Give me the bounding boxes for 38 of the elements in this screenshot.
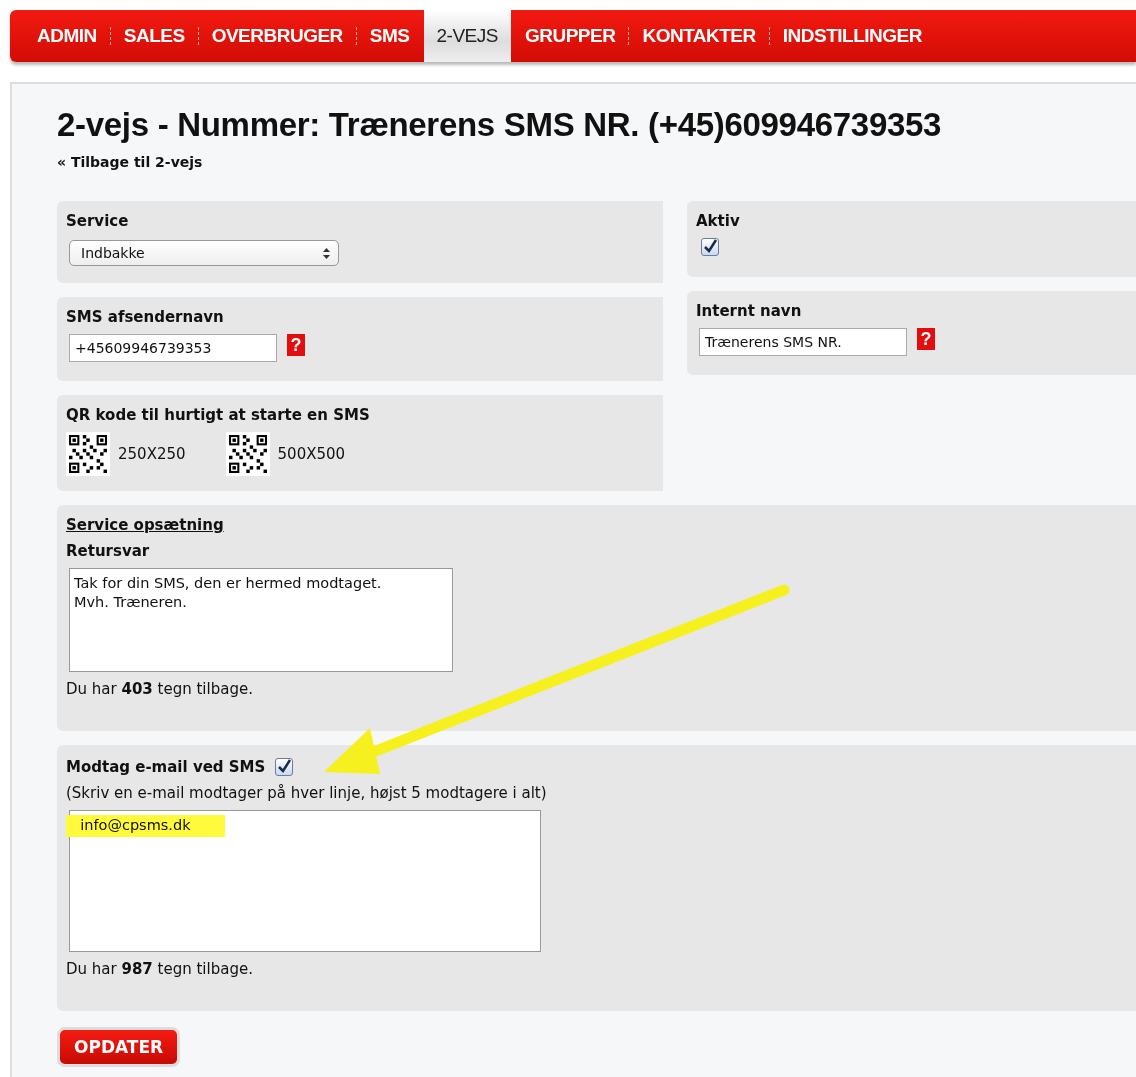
help-icon[interactable]: ? (917, 328, 935, 350)
qr-code-icon[interactable] (225, 432, 270, 476)
nav-tab[interactable]: SALES (110, 10, 198, 62)
email-checkbox[interactable] (275, 758, 294, 776)
nav-tab[interactable]: KONTAKTER (629, 10, 769, 62)
field-label: Service (66, 212, 130, 230)
remaining-chars-text: Du har 403 tegn tilbage. (66, 680, 254, 698)
internal-name-input[interactable]: Trænerens SMS NR. (699, 328, 907, 356)
field-label: Retursvar (66, 542, 151, 560)
checkmark-icon (702, 239, 718, 255)
back-link[interactable]: « Tilbage til 2-vejs (57, 154, 203, 170)
field-label: Internt navn (696, 302, 803, 320)
email-textarea[interactable]: info@cpsms.dk (69, 810, 541, 952)
field-label: QR kode til hurtigt at starte en SMS (66, 406, 371, 424)
remaining-chars-text: Du har 987 tegn tilbage. (66, 960, 254, 978)
field-label: Modtag e-mail ved SMS (66, 758, 266, 776)
service-select[interactable]: Indbakke (69, 240, 339, 266)
nav-tab[interactable]: SMS (356, 10, 423, 62)
field-label: SMS afsendernavn (66, 308, 225, 326)
qr-size-label: 500X500 (277, 445, 346, 463)
nav-tab[interactable]: ADMIN (24, 10, 110, 62)
qr-size-label: 250X250 (118, 445, 186, 463)
nav-tab[interactable]: 2-VEJS (423, 10, 511, 62)
service-setup-link[interactable]: Service opsætning (66, 516, 1127, 534)
qr-code-icon[interactable] (66, 432, 110, 476)
help-icon[interactable]: ? (287, 334, 305, 356)
checkmark-icon (276, 759, 293, 775)
select-arrows-icon (323, 247, 330, 259)
active-checkbox[interactable] (701, 238, 719, 256)
nav-tab[interactable]: OVERBRUGER (198, 10, 356, 62)
email-hint-text: (Skriv en e-mail modtager på hver linje, højst 5 modtagere i alt) (66, 784, 548, 802)
update-button[interactable]: OPDATER (57, 1027, 181, 1067)
page-title: 2-vejs - Nummer: Trænerens SMS NR. (+45)609946739353 (57, 106, 943, 144)
nav-tab[interactable]: GRUPPER (511, 10, 629, 62)
field-label: Aktiv (696, 212, 741, 230)
reply-textarea[interactable]: Tak for din SMS, den er hermed modtaget. Mvh. Træneren. (69, 568, 453, 672)
sender-name-input[interactable]: +45609946739353 (69, 334, 277, 362)
nav-tab[interactable]: INDSTILLINGER (769, 10, 935, 62)
